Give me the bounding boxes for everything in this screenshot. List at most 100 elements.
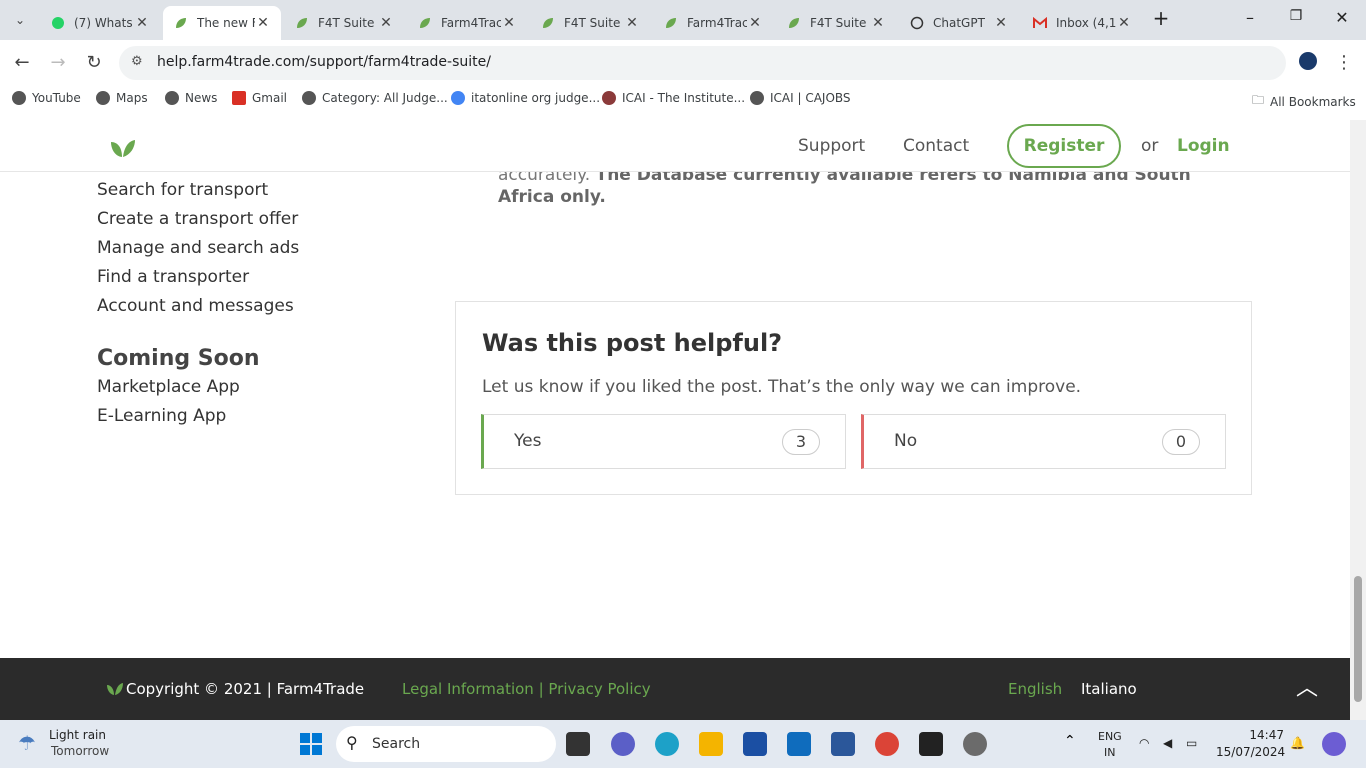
search-label: Search [372, 736, 421, 752]
register-button[interactable]: Register [1007, 124, 1121, 168]
tray-overflow-icon[interactable]: ⌃ [1064, 733, 1076, 749]
close-icon[interactable]: ✕ [1116, 15, 1132, 31]
sidebar-link[interactable]: Manage and search ads [97, 238, 299, 258]
browser-tab-gmail[interactable]: Inbox (4,1 ✕ [1022, 6, 1142, 40]
google-icon [451, 91, 465, 105]
browser-tab-farm4trade[interactable]: Farm4Trac ✕ [407, 6, 527, 40]
forward-icon[interactable]: → [46, 51, 70, 75]
close-icon[interactable]: ✕ [870, 15, 886, 31]
close-icon[interactable]: ✕ [747, 15, 763, 31]
bookmark-youtube[interactable]: YouTube [12, 91, 81, 105]
vote-yes-button[interactable]: Yes 3 [481, 414, 846, 469]
nav-support[interactable]: Support [798, 136, 865, 156]
file-explorer-icon[interactable] [699, 732, 723, 756]
browser-tab-farm4trade[interactable]: Farm4Trac ✕ [653, 6, 773, 40]
store-icon[interactable] [743, 732, 767, 756]
clock-time[interactable]: 14:47 [1226, 728, 1284, 742]
battery-icon[interactable]: ▭ [1186, 736, 1197, 750]
terminal-icon[interactable] [919, 732, 943, 756]
bookmark-label: ICAI - The Institute... [622, 91, 746, 105]
word-icon[interactable] [831, 732, 855, 756]
new-tab-icon[interactable]: + [1148, 6, 1174, 30]
scrollbar-thumb[interactable] [1354, 576, 1362, 702]
bookmark-icai[interactable]: ICAI - The Institute... [602, 91, 745, 105]
profile-avatar[interactable] [1296, 51, 1320, 75]
taskbar-search[interactable]: ⚲ Search [336, 726, 556, 762]
bookmark-label: ICAI | CAJOBS [770, 91, 851, 105]
wifi-icon[interactable]: ◠ [1139, 736, 1149, 750]
browser-tab-active[interactable]: The new F ✕ [163, 6, 281, 40]
bookmark-cajobs[interactable]: ICAI | CAJOBS [750, 91, 851, 105]
search-icon: ⚲ [346, 733, 358, 752]
close-icon[interactable]: ✕ [993, 15, 1009, 31]
edge-icon[interactable] [655, 732, 679, 756]
bookmark-label: News [185, 91, 218, 105]
input-language[interactable]: ENG [1098, 730, 1122, 743]
footer-leaf-icon [106, 681, 124, 700]
bookmark-label: itatonline org judge... [471, 91, 601, 105]
browser-tab-whatsapp[interactable]: (7) Whats ✕ [40, 6, 160, 40]
clock-date[interactable]: 15/07/2024 [1216, 745, 1285, 759]
vote-count: 3 [782, 429, 820, 455]
vote-label: Yes [514, 431, 542, 451]
window-close-icon[interactable]: ✕ [1329, 8, 1355, 32]
sidebar-link[interactable]: Create a transport offer [97, 209, 298, 229]
mail-icon[interactable] [787, 732, 811, 756]
bookmark-news[interactable]: News [165, 91, 217, 105]
logo-leaf-icon[interactable] [110, 138, 136, 162]
site-header: Support Contact Register or Login [0, 120, 1350, 172]
close-icon[interactable]: ✕ [501, 15, 517, 31]
reload-icon[interactable]: ↻ [82, 51, 106, 75]
nav-contact[interactable]: Contact [903, 136, 969, 156]
address-bar[interactable]: ⚙ help.farm4trade.com/support/farm4trade… [119, 46, 1286, 80]
browser-tab-f4t[interactable]: F4T Suite ✕ [776, 6, 896, 40]
windows-start-icon[interactable] [299, 732, 323, 756]
sidebar-link[interactable]: E-Learning App [97, 406, 226, 426]
weather-icon[interactable]: ☂ [18, 731, 36, 755]
minimize-icon[interactable]: – [1237, 8, 1263, 32]
copilot-icon[interactable] [1322, 732, 1346, 756]
close-icon[interactable]: ✕ [624, 15, 640, 31]
browser-tab-chatgpt[interactable]: ChatGPT ✕ [899, 6, 1019, 40]
browser-tab-f4t[interactable]: F4T Suite ✕ [530, 6, 650, 40]
chrome-icon[interactable] [875, 732, 899, 756]
close-icon[interactable]: ✕ [134, 15, 150, 31]
sidebar-link[interactable]: Find a transporter [97, 267, 249, 287]
bookmark-maps[interactable]: Maps [96, 91, 148, 105]
sidebar-link[interactable]: Search for transport [97, 180, 268, 200]
tab-title: F4T Suite [810, 16, 867, 30]
url-text[interactable]: help.farm4trade.com/support/farm4trade-s… [157, 54, 491, 70]
page-scrollbar[interactable] [1350, 120, 1366, 720]
close-icon[interactable]: ✕ [378, 15, 394, 31]
coming-soon-heading: Coming Soon [97, 346, 260, 371]
bookmarks-bar: YouTube Maps News Gmail Category: All Ju… [0, 86, 1366, 114]
back-icon[interactable]: ← [10, 51, 34, 75]
close-icon[interactable]: ✕ [255, 15, 271, 31]
site-info-icon[interactable]: ⚙ [131, 54, 143, 69]
bookmark-itatonline[interactable]: itatonline org judge... [451, 91, 600, 105]
bookmark-gmail[interactable]: Gmail [232, 91, 287, 105]
bookmark-category[interactable]: Category: All Judge... [302, 91, 448, 105]
settings-icon[interactable] [963, 732, 987, 756]
bookmark-label: YouTube [32, 91, 81, 105]
sidebar-link[interactable]: Account and messages [97, 296, 294, 316]
feedback-subtitle: Let us know if you liked the post. That’… [482, 377, 1082, 397]
notification-bell-icon[interactable]: 🔔 [1290, 736, 1305, 750]
task-view-icon[interactable] [566, 732, 590, 756]
lang-italiano[interactable]: Italiano [1081, 680, 1137, 698]
login-link[interactable]: Login [1177, 136, 1230, 156]
vote-no-button[interactable]: No 0 [861, 414, 1226, 469]
teams-icon[interactable] [611, 732, 635, 756]
all-bookmarks[interactable]: 🗀 All Bookmarks [1252, 91, 1356, 112]
sidebar-link[interactable]: Marketplace App [97, 377, 240, 397]
lang-english[interactable]: English [1008, 680, 1062, 698]
tab-search-icon[interactable]: ⌄ [8, 8, 32, 32]
scroll-top-icon[interactable]: ︿ [1296, 670, 1318, 702]
globe-icon [12, 91, 26, 105]
restore-icon[interactable]: ❐ [1283, 8, 1309, 32]
browser-tab-f4t[interactable]: F4T Suite ✕ [284, 6, 404, 40]
footer-legal-links[interactable]: Legal Information | Privacy Policy [402, 680, 651, 698]
weather-title[interactable]: Light rain [49, 728, 106, 742]
menu-icon[interactable]: ⋮ [1332, 51, 1356, 75]
volume-icon[interactable]: ◀ [1163, 736, 1172, 750]
